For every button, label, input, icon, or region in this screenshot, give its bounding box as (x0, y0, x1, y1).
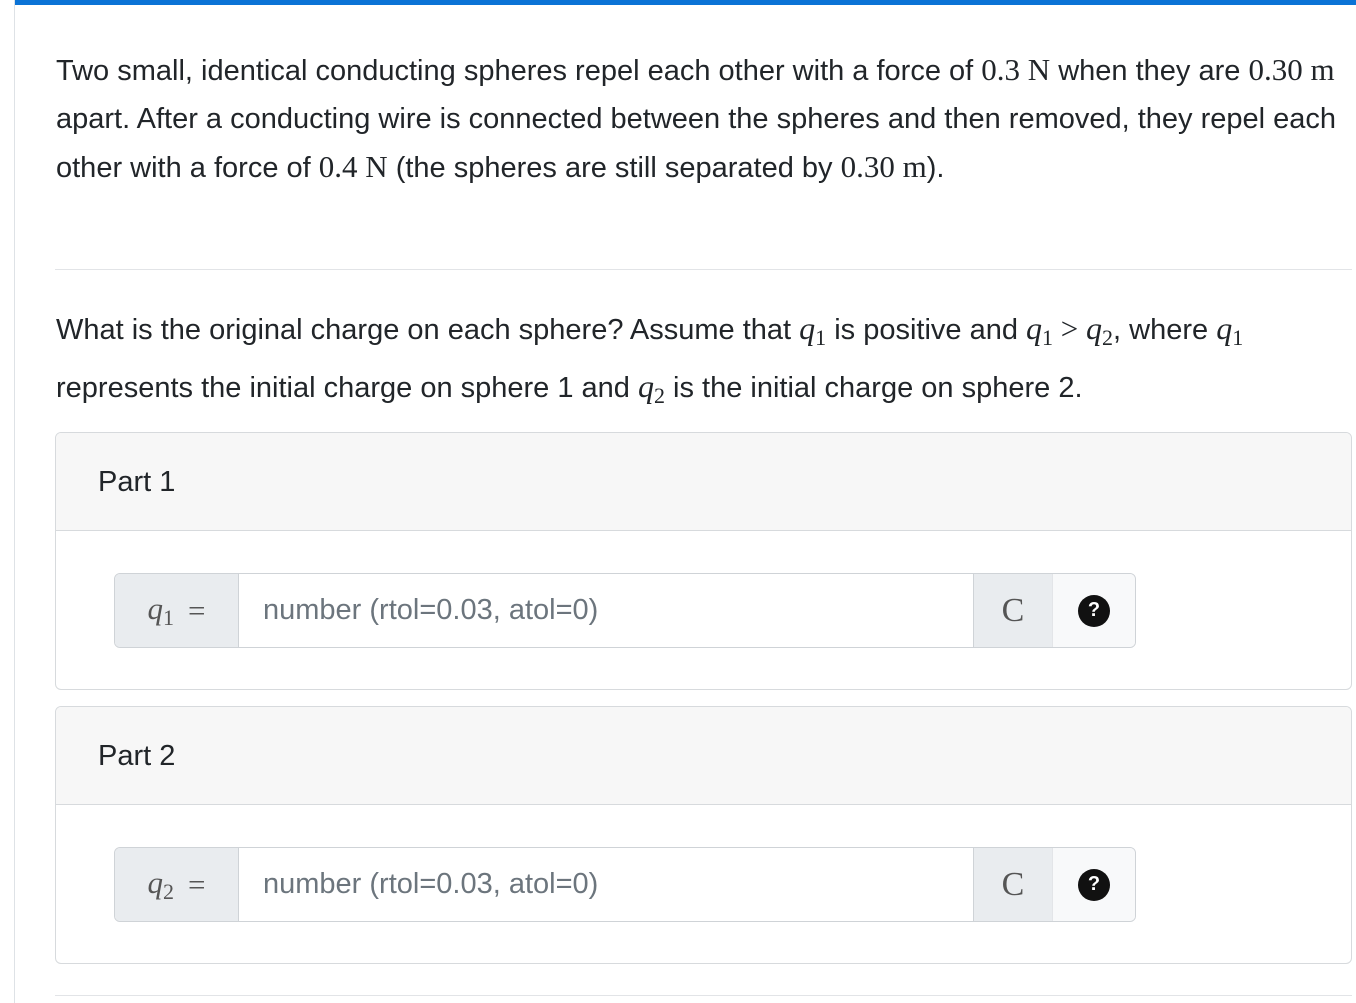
part-1-header: Part 1 (56, 433, 1351, 531)
problem-question: What is the original charge on each sphe… (56, 304, 1351, 420)
question-text-1: What is the original charge on each sphe… (56, 314, 800, 346)
var-q1: q1 (799, 310, 827, 350)
problem-intro: Two small, identical conducting spheres … (56, 46, 1351, 192)
divider (55, 269, 1352, 270)
q2-symbol: q2 (147, 864, 175, 904)
intro-text-4: (the spheres are still separated by (387, 152, 841, 184)
part-2-input-group: q2 = C ? (114, 847, 1136, 922)
bottom-divider (55, 995, 1352, 996)
var-q1-compare: q1 (1026, 310, 1054, 350)
q1-symbol: q1 (147, 590, 175, 630)
question-mark-icon: ? (1078, 594, 1110, 627)
distance-final: 0.30 m (840, 149, 927, 184)
force-initial: 0.3 N (981, 52, 1051, 87)
q2-label: q2 = (115, 848, 239, 921)
distance-initial: 0.30 m (1248, 52, 1335, 87)
q2-help-button[interactable]: ? (1052, 848, 1135, 921)
force-final: 0.4 N (318, 149, 388, 184)
part-2-header: Part 2 (56, 707, 1351, 805)
q1-label: q1 = (115, 574, 239, 647)
left-border (14, 0, 15, 1003)
var-q2-def: q2 (637, 368, 665, 408)
greater-than-sign: > (1053, 311, 1087, 346)
q2-unit: C (973, 848, 1052, 921)
var-q1-def: q1 (1216, 310, 1244, 350)
equals-sign: = (188, 592, 206, 628)
equals-sign: = (188, 866, 206, 902)
intro-text-2: when they are (1050, 55, 1249, 87)
intro-text-5: ). (926, 152, 945, 184)
part-1-title: Part 1 (98, 466, 176, 498)
question-mark-icon: ? (1078, 868, 1110, 901)
q1-help-button[interactable]: ? (1052, 574, 1135, 647)
question-text-5: is the initial charge on sphere 2. (664, 372, 1083, 404)
q1-unit: C (973, 574, 1052, 647)
top-accent-bar (14, 0, 1356, 5)
q2-answer-input[interactable] (239, 848, 973, 921)
var-q2-compare: q2 (1086, 310, 1114, 350)
question-text-4: represents the initial charge on sphere … (56, 372, 638, 404)
part-2-card: Part 2 q2 = C ? (55, 706, 1352, 964)
question-text-3: , where (1113, 314, 1217, 346)
q1-answer-input[interactable] (239, 574, 973, 647)
part-1-card: Part 1 q1 = C ? (55, 432, 1352, 690)
intro-text-1: Two small, identical conducting spheres … (56, 55, 982, 87)
part-2-title: Part 2 (98, 740, 176, 772)
part-1-input-group: q1 = C ? (114, 573, 1136, 648)
question-text-2: is positive and (826, 314, 1027, 346)
